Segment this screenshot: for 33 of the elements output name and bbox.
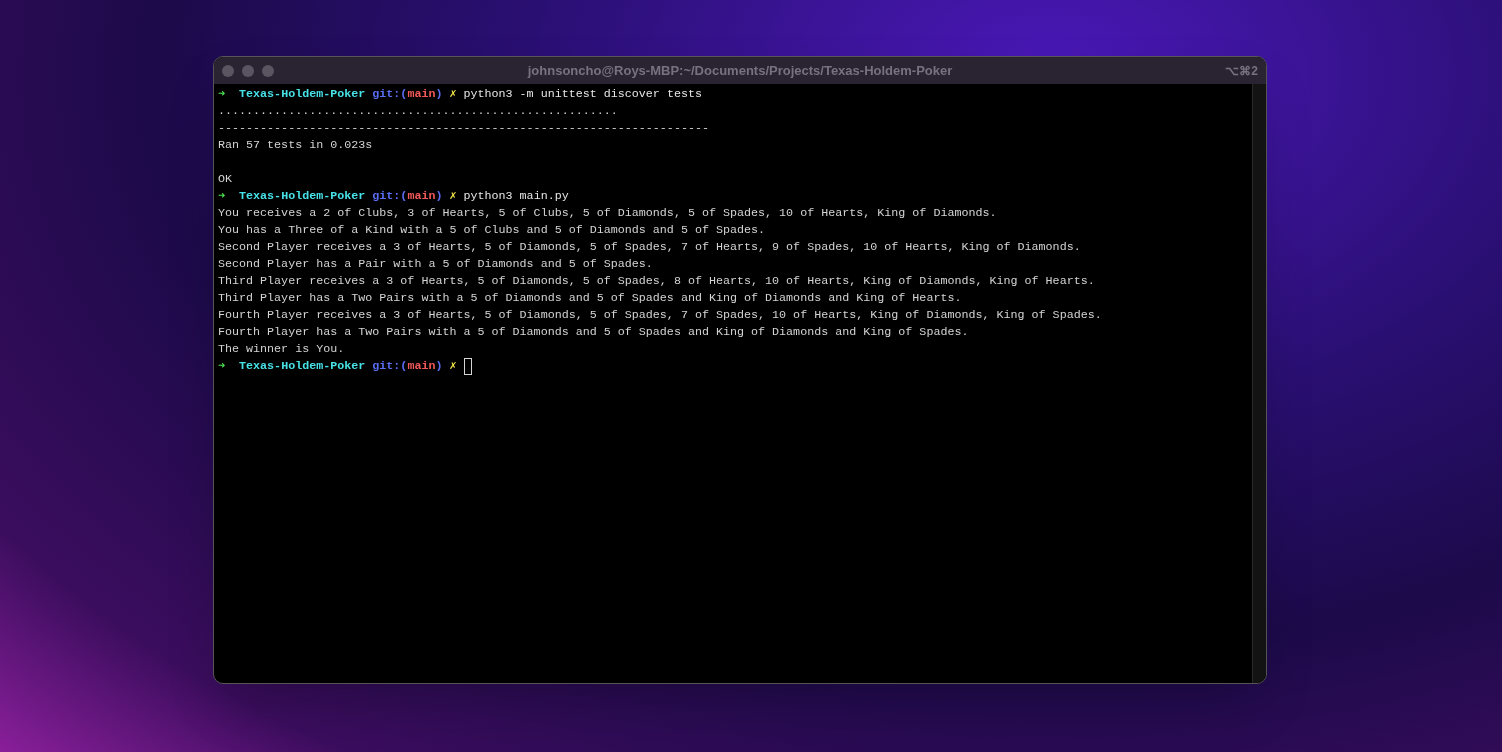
output-line: .........................................................: [218, 103, 618, 120]
prompt-arrow: ➜: [218, 86, 226, 103]
prompt-arrow: ➜: [218, 358, 226, 375]
prompt-arrow: ➜: [218, 188, 226, 205]
output-line: You has a Three of a Kind with a 5 of Clubs and 5 of Diamonds and 5 of Spades.: [218, 222, 766, 239]
output-line: Fourth Player has a Two Pairs with a 5 of Diamonds and 5 of Spades and King of Diamonds and King of Spades.: [218, 324, 969, 341]
dirty-mark: ✗: [449, 188, 457, 205]
prompt-directory: Texas-Holdem-Poker: [239, 188, 366, 205]
prompt-directory: Texas-Holdem-Poker: [239, 358, 366, 375]
shortcut-label: ⌥⌘2: [1224, 62, 1258, 80]
output-line: Second Player has a Pair with a 5 of Diamonds and 5 of Spades.: [218, 256, 653, 273]
command-text: python3 -m unittest discover tests: [463, 86, 702, 103]
output-line: Third Player receives a 3 of Hearts, 5 of Diamonds, 5 of Spades, 8 of Hearts, 10 of Hearts, King of Diamonds, King of Hearts.: [218, 273, 1095, 290]
git-branch-label: git:(main): [372, 188, 443, 205]
output-line: Third Player has a Two Pairs with a 5 of Diamonds and 5 of Spades and King of Diamonds and King of Hearts.: [218, 290, 962, 307]
git-branch-label: git:(main): [372, 358, 443, 375]
window-control-icon[interactable]: [242, 64, 254, 77]
command-text: python3 main.py: [463, 188, 569, 205]
prompt-directory: Texas-Holdem-Poker: [239, 86, 366, 103]
window-control-icon[interactable]: [262, 64, 274, 77]
window-control-icon[interactable]: [222, 64, 234, 77]
output-line: Ran 57 tests in 0.023s: [218, 137, 373, 154]
output-line: ----------------------------------------------------------------------: [218, 120, 709, 137]
output-line: Fourth Player receives a 3 of Hearts, 5 of Diamonds, 5 of Spades, 7 of Spades, 10 of Hearts, King of Diamonds, King of Spades.: [218, 307, 1102, 324]
output-line: You receives a 2 of Clubs, 3 of Hearts, 5 of Clubs, 5 of Diamonds, 5 of Spades, 10 of Hearts, King of Diamonds.: [218, 205, 997, 222]
dirty-mark: ✗: [449, 358, 457, 375]
window-title: johnsoncho@Roys-MBP:~/Documents/Projects/Texas-Holdem-Poker: [526, 61, 954, 80]
scrollbar-track[interactable]: [1252, 84, 1266, 683]
git-branch-label: git:(main): [372, 86, 443, 103]
output-line: OK: [218, 171, 233, 188]
output-line: Second Player receives a 3 of Hearts, 5 of Diamonds, 5 of Spades, 7 of Hearts, 9 of Spades, 10 of Hearts, King of Diamonds.: [218, 239, 1081, 256]
dirty-mark: ✗: [449, 86, 457, 103]
output-line: The winner is You.: [218, 341, 345, 358]
